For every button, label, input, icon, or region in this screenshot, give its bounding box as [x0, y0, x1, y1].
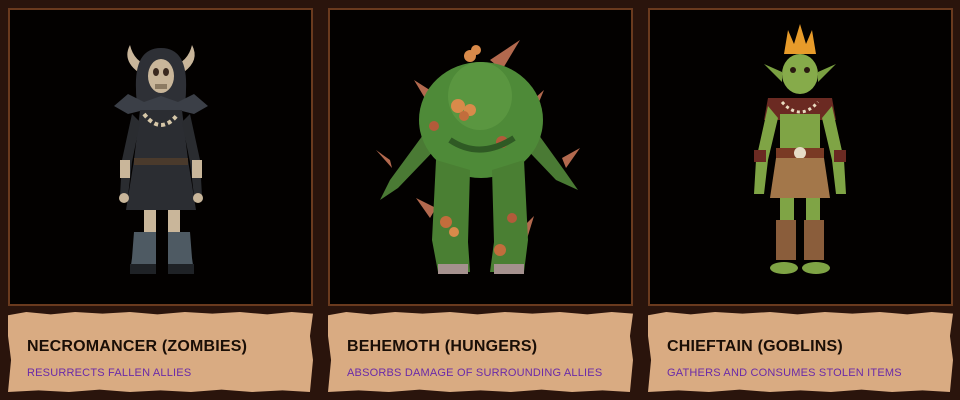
portrait-frame [8, 8, 313, 306]
portrait-frame [328, 8, 633, 306]
character-ability: ABSORBS DAMAGE OF SURROUNDING ALLIES [347, 367, 603, 379]
character-name: BEHEMOTH (HUNGERS) [347, 338, 538, 355]
character-ability: GATHERS AND CONSUMES STOLEN ITEMS [667, 367, 902, 379]
character-card-chieftain[interactable]: CHIEFTAIN (GOBLINS) GATHERS AND CONSUMES… [648, 8, 953, 392]
info-plate: NECROMANCER (ZOMBIES) RESURRECTS FALLEN … [8, 312, 313, 392]
green-behemoth-icon [376, 40, 580, 274]
info-plate: BEHEMOTH (HUNGERS) ABSORBS DAMAGE OF SUR… [328, 312, 633, 392]
skeleton-necromancer-icon [114, 45, 208, 274]
character-name: NECROMANCER (ZOMBIES) [27, 338, 248, 355]
goblin-chieftain-icon [754, 24, 846, 274]
info-plate: CHIEFTAIN (GOBLINS) GATHERS AND CONSUMES… [648, 312, 953, 392]
character-ability: RESURRECTS FALLEN ALLIES [27, 367, 192, 379]
portrait-frame [648, 8, 953, 306]
character-card-behemoth[interactable]: BEHEMOTH (HUNGERS) ABSORBS DAMAGE OF SUR… [328, 8, 633, 392]
character-card-necromancer[interactable]: NECROMANCER (ZOMBIES) RESURRECTS FALLEN … [8, 8, 313, 392]
character-select-row: NECROMANCER (ZOMBIES) RESURRECTS FALLEN … [0, 0, 960, 400]
character-name: CHIEFTAIN (GOBLINS) [667, 338, 843, 355]
